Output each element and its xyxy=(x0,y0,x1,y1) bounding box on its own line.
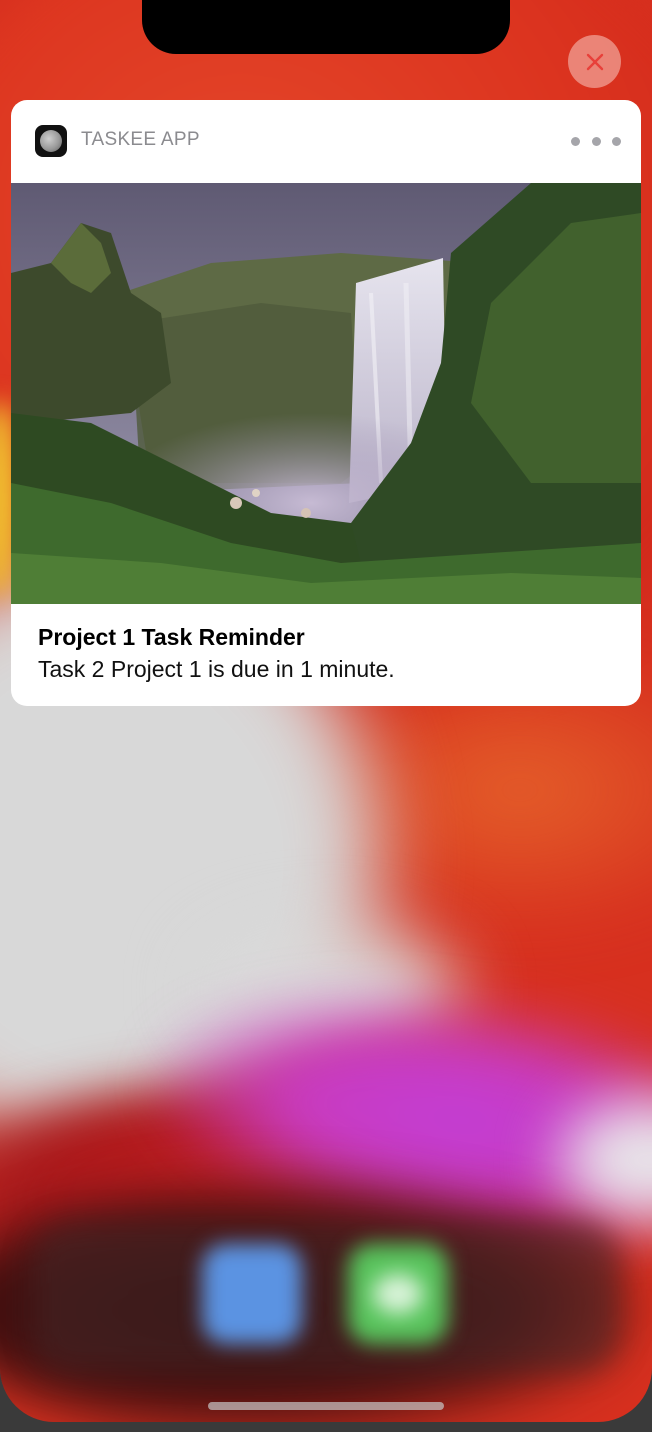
dock-app-green xyxy=(348,1244,448,1344)
notification-title: Project 1 Task Reminder xyxy=(38,624,305,650)
ellipsis-icon[interactable] xyxy=(571,128,621,154)
waterfall-photo xyxy=(11,183,641,604)
dock-app-blue xyxy=(202,1244,302,1344)
notification-body: Task 2 Project 1 is due in 1 minute. xyxy=(38,656,395,682)
close-icon xyxy=(586,53,603,70)
dock xyxy=(32,1222,620,1372)
notification-card[interactable]: TASKEE APP Project 1 Task Reminder Task … xyxy=(11,100,641,706)
moon-icon xyxy=(35,125,67,157)
notification-header: TASKEE APP xyxy=(11,100,641,183)
device-notch xyxy=(142,0,510,54)
home-indicator[interactable] xyxy=(208,1402,444,1410)
close-button[interactable] xyxy=(568,35,621,88)
app-name: TASKEE APP xyxy=(81,129,200,150)
